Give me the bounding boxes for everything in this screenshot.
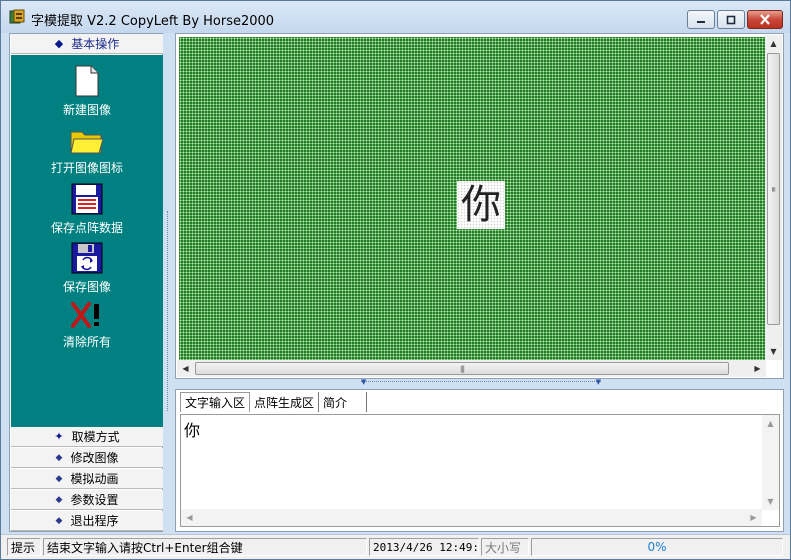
diamond-icon: ✦ [54, 430, 64, 443]
status-progress: 0% [531, 538, 783, 556]
tool-label: 打开图像图标 [50, 161, 123, 175]
diamond-icon: ◆ [54, 37, 64, 50]
scroll-up-icon[interactable]: ▲ [762, 415, 779, 432]
section-label: 退出程序 [70, 514, 119, 528]
canvas-horizontal-scrollbar[interactable]: ◀ ||| ▶ [177, 360, 766, 377]
progress-text: 0% [647, 540, 667, 554]
section-label: 参数设置 [70, 493, 119, 507]
section-label: 修改图像 [70, 451, 119, 465]
toolbox: 新建图像 打开图像图标 保存点阵数据 保存图像 清除所有 [11, 55, 163, 427]
tab-label: 简介 [323, 395, 348, 410]
scrollbar-thumb[interactable]: ≡ [767, 53, 780, 325]
horizontal-splitter[interactable]: ▼ ▼ [175, 378, 784, 389]
scroll-down-icon[interactable]: ▼ [762, 493, 779, 510]
text-horizontal-scrollbar[interactable]: ◀ ▶ [181, 509, 762, 526]
scroll-left-icon[interactable]: ◀ [177, 360, 194, 377]
section-settings[interactable]: ◆ 参数设置 [11, 490, 163, 510]
app-icon [9, 9, 25, 24]
maximize-icon [726, 15, 736, 24]
tab-panel: 文字输入区 点阵生成区 简介 你 ▲ ▼ ◀ ▶ [175, 389, 784, 532]
tab-dot-matrix[interactable]: 点阵生成区 [250, 392, 320, 412]
section-animation[interactable]: ◆ 模拟动画 [11, 469, 163, 489]
left-panel: ◆ 基本操作 新建图像 打开图像图标 保存点阵数据 保存图像 清除所有 ✦ 取模… [9, 33, 163, 532]
new-document-icon [75, 65, 99, 97]
window-title: 字模提取 V2.2 CopyLeft By Horse2000 [31, 14, 275, 29]
section-basic-ops[interactable]: ◆ 基本操作 [11, 34, 163, 54]
scrollbar-thumb[interactable]: ||| [195, 362, 729, 375]
splitter-grip[interactable]: ▼ ▼ [361, 378, 601, 387]
scroll-right-icon[interactable]: ▶ [749, 360, 766, 377]
tool-label: 清除所有 [62, 335, 111, 349]
close-icon [760, 14, 770, 25]
glyph-preview[interactable]: 你 [457, 181, 505, 229]
status-datetime: 2013/4/26 12:49:26 [369, 538, 479, 556]
scroll-down-icon[interactable]: ▼ [765, 343, 782, 360]
tool-label: 保存点阵数据 [50, 221, 123, 235]
glyph-char: 你 [461, 182, 501, 228]
section-label: 取模方式 [71, 430, 120, 444]
clear-all-button[interactable]: 清除所有 [11, 301, 163, 350]
diamond-icon: ◆ [55, 515, 63, 526]
text-vertical-scrollbar[interactable]: ▲ ▼ [762, 415, 779, 510]
tool-label: 新建图像 [62, 103, 111, 117]
tab-text-input[interactable]: 文字输入区 [180, 392, 251, 412]
scroll-right-icon[interactable]: ▶ [745, 509, 762, 526]
chevron-down-icon: ▼ [595, 378, 601, 386]
scroll-up-icon[interactable]: ▲ [765, 35, 782, 52]
status-hint: 结束文字输入请按Ctrl+Enter组合键 [43, 538, 367, 556]
tab-intro[interactable]: 简介 [319, 392, 368, 412]
section-modify-image[interactable]: ◆ 修改图像 [11, 448, 163, 468]
minimize-button[interactable] [687, 10, 715, 29]
open-image-button[interactable]: 打开图像图标 [11, 127, 163, 176]
chevron-down-icon: ▼ [361, 378, 367, 386]
save-data-icon [71, 183, 103, 215]
vertical-splitter[interactable] [164, 33, 174, 532]
scroll-left-icon[interactable]: ◀ [181, 509, 198, 526]
diamond-icon: ◆ [55, 452, 63, 463]
save-image-icon [71, 242, 103, 274]
title-bar[interactable]: 字模提取 V2.2 CopyLeft By Horse2000 [1, 1, 790, 33]
input-text: 你 [184, 421, 201, 440]
text-input-area[interactable]: 你 ▲ ▼ ◀ ▶ [180, 414, 780, 527]
minimize-icon [697, 20, 705, 23]
splitter-grip[interactable] [167, 211, 171, 411]
save-image-button[interactable]: 保存图像 [11, 242, 163, 295]
section-label: 基本操作 [71, 37, 120, 51]
tool-label: 保存图像 [62, 280, 111, 294]
open-folder-icon [70, 131, 104, 154]
canvas-panel: 你 ▲ ≡ ▼ ◀ ||| ▶ [175, 33, 784, 379]
dot-matrix-canvas[interactable]: 你 [179, 37, 766, 360]
diamond-icon: ◆ [55, 473, 63, 484]
tab-label: 点阵生成区 [254, 395, 315, 410]
status-label: 提示 [7, 538, 41, 556]
status-bar: 提示 结束文字输入请按Ctrl+Enter组合键 2013/4/26 12:49… [1, 534, 790, 559]
main-window: 字模提取 V2.2 CopyLeft By Horse2000 ◆ 基本操作 新… [0, 0, 791, 560]
tab-strip: 文字输入区 点阵生成区 简介 [180, 392, 368, 412]
new-image-button[interactable]: 新建图像 [11, 65, 163, 118]
maximize-button[interactable] [717, 10, 745, 29]
status-caps: 大小写 [481, 538, 529, 556]
section-label: 模拟动画 [70, 472, 119, 486]
tab-label: 文字输入区 [185, 396, 246, 410]
section-exit[interactable]: ◆ 退出程序 [11, 511, 163, 531]
save-data-button[interactable]: 保存点阵数据 [11, 183, 163, 236]
close-button[interactable] [747, 10, 783, 29]
clear-all-icon [71, 302, 99, 328]
diamond-icon: ◆ [55, 494, 63, 505]
section-mode[interactable]: ✦ 取模方式 [11, 427, 163, 447]
canvas-vertical-scrollbar[interactable]: ▲ ≡ ▼ [765, 35, 782, 360]
hint-text: 结束文字输入请按Ctrl+Enter组合键 [47, 540, 243, 555]
